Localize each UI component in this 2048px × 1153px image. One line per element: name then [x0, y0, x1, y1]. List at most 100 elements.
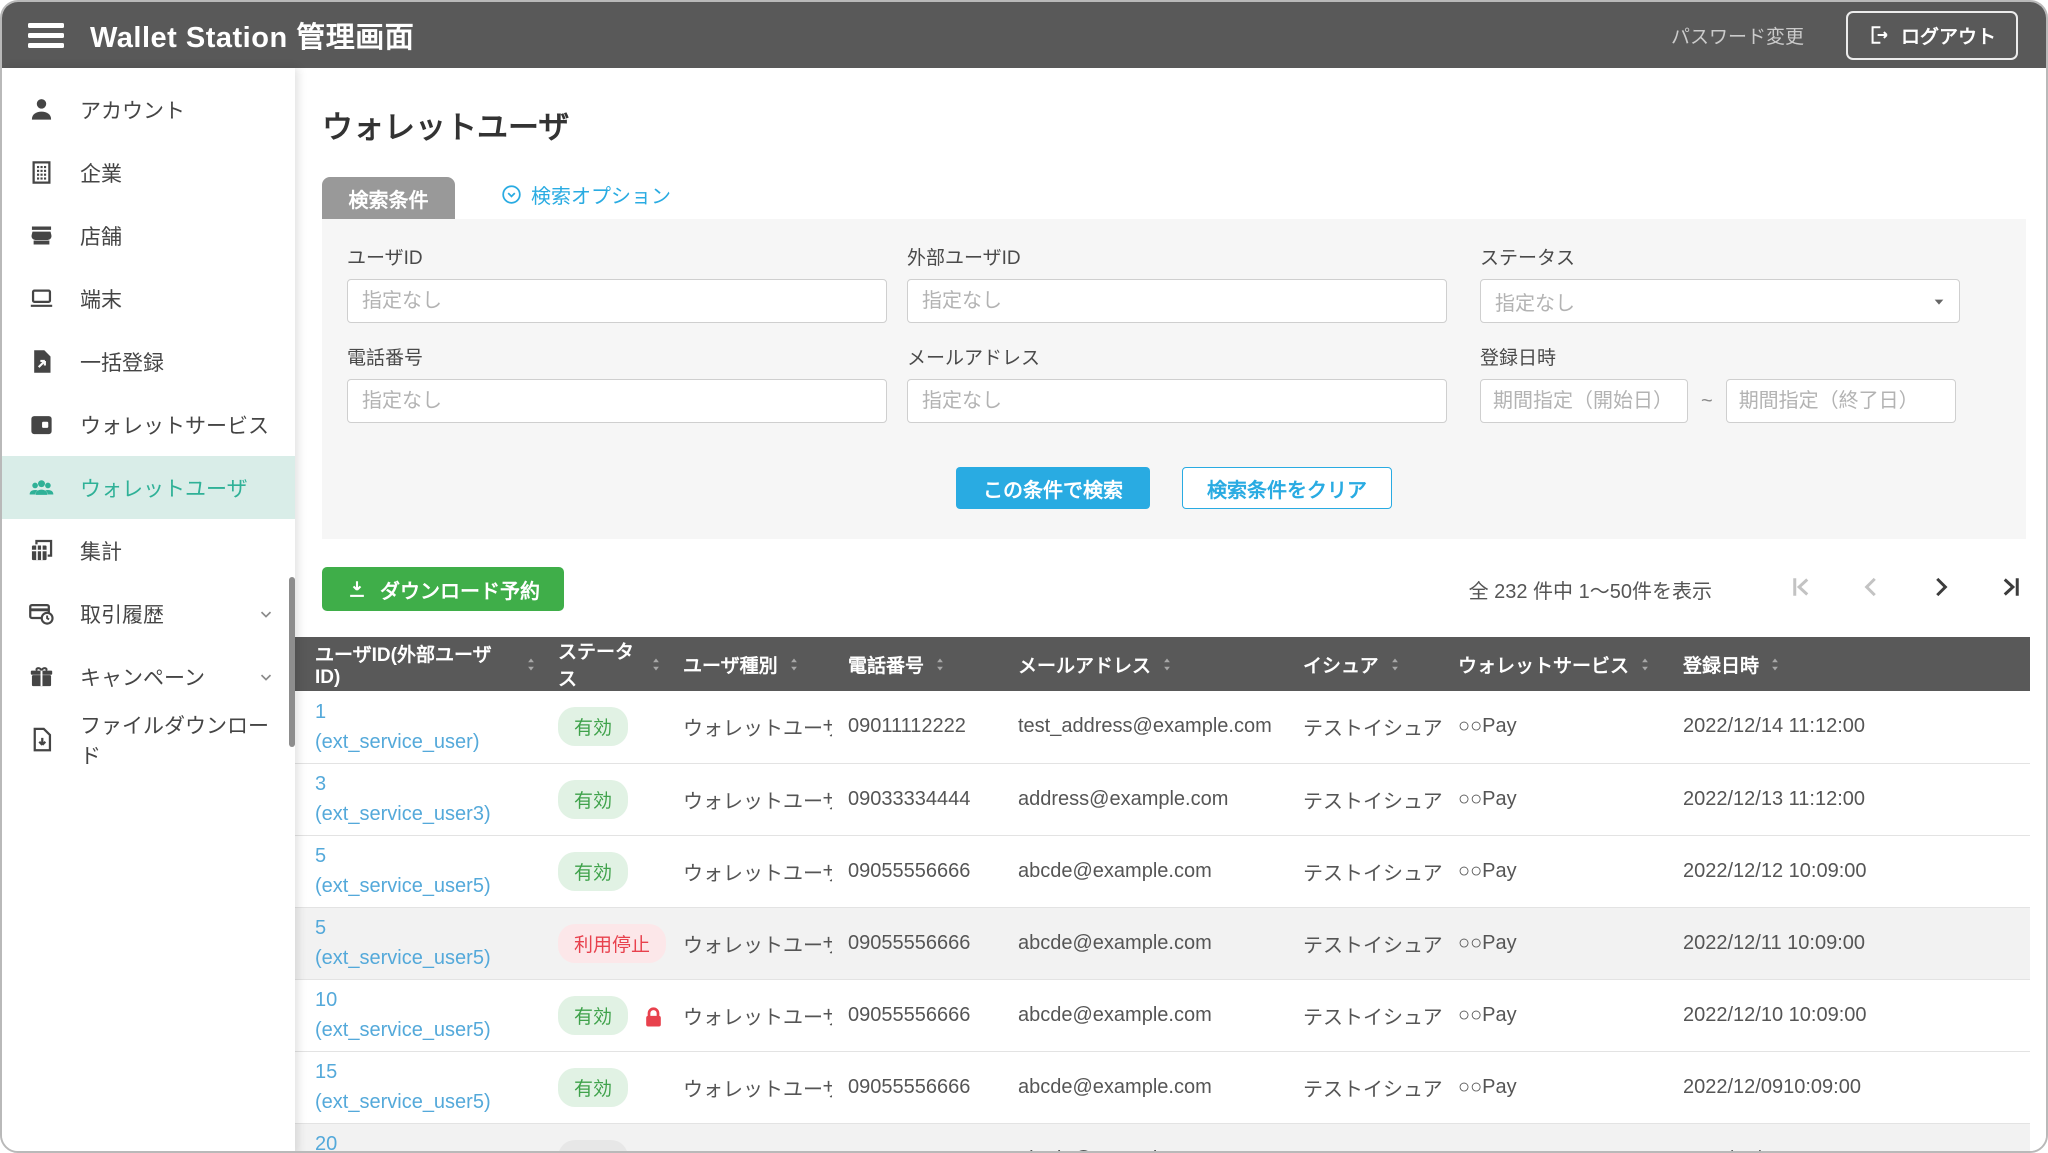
user-id-cell: 1(ext_service_user) — [295, 691, 542, 763]
search-button[interactable]: この条件で検索 — [956, 467, 1150, 509]
sidebar-item-9[interactable]: キャンペーン — [2, 645, 295, 708]
ext-user-id-label: 外部ユーザID — [907, 243, 1447, 270]
sort-icon[interactable] — [787, 657, 801, 672]
sort-icon[interactable] — [1638, 657, 1652, 672]
sidebar-item-6[interactable]: ウォレットユーザ — [2, 456, 295, 519]
sort-icon[interactable] — [1160, 657, 1174, 672]
users-table: ユーザID(外部ユーザID)ステータスユーザ種別電話番号メールアドレスイシュアウ… — [295, 637, 2030, 1153]
users-icon — [28, 474, 55, 501]
status-cell: 有効 — [542, 979, 667, 1051]
user-id-link[interactable]: 10 — [315, 985, 534, 1015]
user-id-link[interactable]: 5 — [315, 913, 534, 943]
sort-icon[interactable] — [1388, 657, 1402, 672]
sidebar-item-3[interactable]: 端末 — [2, 267, 295, 330]
lock-icon — [640, 1004, 667, 1031]
tab-search-conditions[interactable]: 検索条件 — [322, 177, 455, 219]
wallet-service-cell: ○○Pay — [1442, 691, 1667, 763]
chevron-down-icon — [257, 605, 275, 623]
sidebar-item-2[interactable]: 店舗 — [2, 204, 295, 267]
user-type-cell: ウォレットユーザ — [667, 1051, 832, 1123]
user-id-link[interactable]: 20 — [315, 1129, 534, 1153]
column-header: ユーザ種別 — [667, 637, 832, 691]
caret-down-icon — [1931, 294, 1947, 310]
user-id-link[interactable]: 15 — [315, 1057, 534, 1087]
sort-icon[interactable] — [524, 657, 538, 672]
ext-user-id-link[interactable]: (ext_service_user5) — [315, 871, 534, 901]
column-header: ステータス — [542, 637, 667, 691]
issuer-cell: テストイシュア1 — [1287, 907, 1442, 979]
page-next-button[interactable] — [1926, 572, 1956, 602]
email-input[interactable] — [907, 379, 1447, 423]
phone-label: 電話番号 — [347, 343, 887, 370]
registered-start-input[interactable] — [1480, 379, 1688, 423]
sort-icon[interactable] — [933, 657, 947, 672]
search-options-link[interactable]: 検索オプション — [501, 180, 671, 209]
page-first-button[interactable] — [1786, 572, 1816, 602]
ext-user-id-link[interactable]: (ext_service_user3) — [315, 799, 534, 829]
page-prev-button[interactable] — [1856, 572, 1886, 602]
status-cell: 有効 — [542, 763, 667, 835]
status-cell: 利用停止 — [542, 907, 667, 979]
ext-user-id-link[interactable]: (ext_service_user) — [315, 727, 534, 757]
app-window: Wallet Station 管理画面 パスワード変更 ログアウト アカウント企… — [0, 0, 2048, 1153]
top-bar: Wallet Station 管理画面 パスワード変更 ログアウト — [2, 2, 2046, 68]
registered-end-input[interactable] — [1726, 379, 1956, 423]
user-id-link[interactable]: 3 — [315, 769, 534, 799]
column-header: ウォレットサービス — [1442, 637, 1667, 691]
wallet-icon — [28, 411, 55, 438]
ext-user-id-link[interactable]: (ext_service_user5) — [315, 943, 534, 973]
sidebar-item-1[interactable]: 企業 — [2, 141, 295, 204]
clear-search-button[interactable]: 検索条件をクリア — [1182, 467, 1392, 509]
sort-icon[interactable] — [649, 657, 663, 672]
sidebar-item-4[interactable]: 一括登録 — [2, 330, 295, 393]
status-badge: 有効 — [558, 996, 628, 1035]
registered-at-cell: 2022/12/10 10:09:00 — [1667, 979, 2030, 1051]
issuer-cell: テストイシュア1 — [1287, 835, 1442, 907]
status-badge: 退会 — [558, 1140, 628, 1153]
column-header: ユーザID(外部ユーザID) — [295, 637, 542, 691]
download-reserve-button[interactable]: ダウンロード予約 — [322, 567, 564, 611]
user-type-cell: ウォレットユーザ — [667, 691, 832, 763]
ext-user-id-input[interactable] — [907, 279, 1447, 323]
sidebar-item-label: 取引履歴 — [80, 599, 164, 629]
sidebar-nav: アカウント企業店舗端末一括登録ウォレットサービスウォレットユーザ集計取引履歴キャ… — [2, 78, 295, 771]
sidebar-item-label: 一括登録 — [80, 347, 164, 377]
sidebar-item-10[interactable]: ファイルダウンロード — [2, 708, 295, 771]
user-type-cell: ウォレットユーザ — [667, 907, 832, 979]
hamburger-menu-icon[interactable] — [28, 23, 64, 48]
sidebar-item-5[interactable]: ウォレットサービス — [2, 393, 295, 456]
sidebar-item-label: ファイルダウンロード — [80, 710, 275, 770]
field-ext-user-id: 外部ユーザID — [907, 243, 1480, 323]
logout-label: ログアウト — [1901, 22, 1996, 49]
sidebar-item-7[interactable]: 集計 — [2, 519, 295, 582]
ext-user-id-link[interactable]: (ext_service_user5) — [315, 1087, 534, 1117]
gift-icon — [28, 663, 55, 690]
column-header: イシュア — [1287, 637, 1442, 691]
person-icon — [28, 96, 55, 123]
table-toolbar: ダウンロード予約 全 232 件中 1～50件を表示 — [322, 567, 2026, 611]
sidebar-item-label: 集計 — [80, 536, 122, 566]
field-status: ステータス 指定なし — [1480, 243, 1960, 323]
logout-button[interactable]: ログアウト — [1846, 11, 2018, 60]
sidebar-scrollbar[interactable] — [289, 577, 295, 747]
user-id-input[interactable] — [347, 279, 887, 323]
sidebar-item-0[interactable]: アカウント — [2, 78, 295, 141]
file-download-icon — [28, 726, 55, 753]
circle-chevron-down-icon — [501, 184, 522, 205]
sort-icon[interactable] — [1768, 657, 1782, 672]
sheets-icon — [28, 537, 55, 564]
registered-at-cell: 2022/12/14 11:12:00 — [1667, 691, 2030, 763]
logout-icon — [1868, 24, 1890, 46]
status-select[interactable]: 指定なし — [1480, 279, 1960, 323]
sidebar-item-8[interactable]: 取引履歴 — [2, 582, 295, 645]
ext-user-id-link[interactable]: (ext_service_user5) — [315, 1015, 534, 1045]
topbar-actions: パスワード変更 ログアウト — [1671, 11, 2018, 60]
status-badge: 利用停止 — [558, 924, 666, 963]
search-tab-row: 検索条件 検索オプション — [322, 177, 2026, 219]
password-change-link[interactable]: パスワード変更 — [1671, 22, 1804, 49]
page-last-button[interactable] — [1996, 572, 2026, 602]
user-id-link[interactable]: 1 — [315, 697, 534, 727]
user-id-link[interactable]: 5 — [315, 841, 534, 871]
phone-input[interactable] — [347, 379, 887, 423]
user-type-cell: ウォレットユーザ — [667, 1123, 832, 1153]
